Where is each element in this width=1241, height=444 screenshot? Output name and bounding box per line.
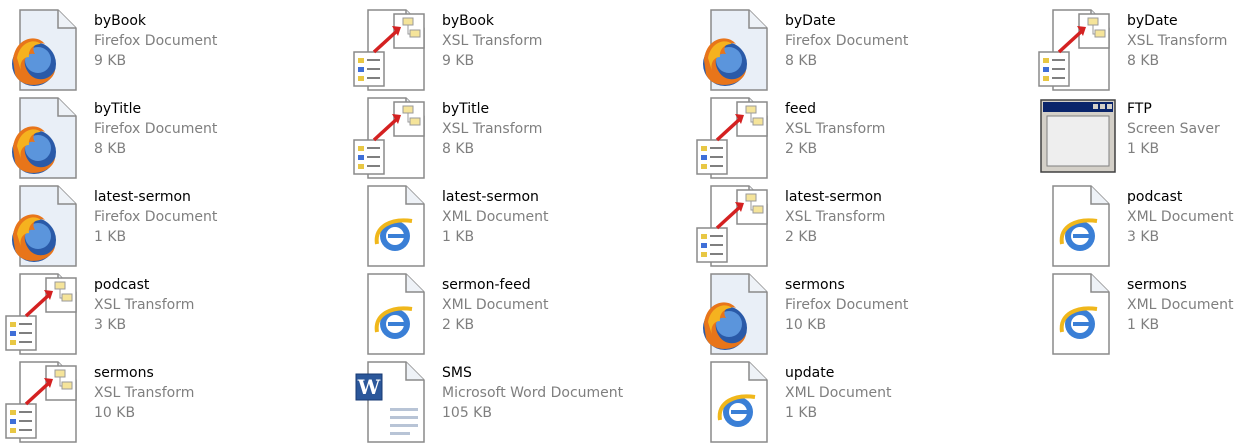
file-name: update xyxy=(785,365,835,381)
file-item[interactable]: podcast XML Document 3 KB xyxy=(1037,184,1241,267)
file-item[interactable]: sermon-feed XML Document 2 KB xyxy=(352,272,652,355)
xsl-transform-icon xyxy=(352,8,436,92)
file-size: 1 KB xyxy=(785,405,818,421)
file-item[interactable]: feed XSL Transform 2 KB xyxy=(695,96,995,179)
file-name: byTitle xyxy=(442,101,490,117)
file-item[interactable]: podcast XSL Transform 3 KB xyxy=(4,272,304,355)
file-type: XSL Transform xyxy=(442,33,543,49)
file-type: XSL Transform xyxy=(94,385,195,401)
file-size: 10 KB xyxy=(94,405,136,421)
xml-document-icon xyxy=(352,272,436,356)
file-type: Firefox Document xyxy=(785,297,909,313)
file-name: latest-sermon xyxy=(785,189,882,205)
file-size: 3 KB xyxy=(1127,229,1160,245)
file-item[interactable]: W SMS Microsoft Word Document 105 KB xyxy=(352,360,652,443)
file-name: sermons xyxy=(1127,277,1187,293)
file-type: XSL Transform xyxy=(1127,33,1228,49)
file-item[interactable]: sermons XML Document 1 KB xyxy=(1037,272,1241,355)
file-name: sermons xyxy=(94,365,154,381)
file-size: 2 KB xyxy=(785,229,818,245)
xsl-transform-icon xyxy=(4,272,88,356)
file-item[interactable]: latest-sermon Firefox Document 1 KB xyxy=(4,184,304,267)
file-size: 9 KB xyxy=(442,53,475,69)
firefox-document-icon xyxy=(695,272,779,356)
file-size: 9 KB xyxy=(94,53,127,69)
file-name: FTP xyxy=(1127,101,1152,117)
file-item[interactable]: sermons Firefox Document 10 KB xyxy=(695,272,995,355)
file-size: 10 KB xyxy=(785,317,827,333)
word-document-icon: W xyxy=(352,360,436,444)
file-item[interactable]: FTP Screen Saver 1 KB xyxy=(1037,96,1241,176)
file-type: XML Document xyxy=(785,385,892,401)
file-type: Firefox Document xyxy=(94,209,218,225)
file-name: feed xyxy=(785,101,817,117)
file-type: XML Document xyxy=(1127,209,1234,225)
firefox-document-icon xyxy=(4,8,88,92)
file-type: XSL Transform xyxy=(785,209,886,225)
file-name: podcast xyxy=(94,277,150,293)
xsl-transform-icon xyxy=(695,184,779,268)
file-type: Microsoft Word Document xyxy=(442,385,624,401)
file-item[interactable]: latest-sermon XML Document 1 KB xyxy=(352,184,652,267)
file-name: latest-sermon xyxy=(442,189,539,205)
file-item[interactable]: byTitle Firefox Document 8 KB xyxy=(4,96,304,179)
file-size: 8 KB xyxy=(785,53,818,69)
file-name: byDate xyxy=(1127,13,1178,29)
svg-text:W: W xyxy=(357,375,381,399)
file-item[interactable]: latest-sermon XSL Transform 2 KB xyxy=(695,184,995,267)
file-item[interactable]: byBook XSL Transform 9 KB xyxy=(352,8,652,91)
xsl-transform-icon xyxy=(1037,8,1121,92)
file-size: 1 KB xyxy=(94,229,127,245)
xml-document-icon xyxy=(1037,184,1121,268)
xml-document-icon xyxy=(352,184,436,268)
xml-document-icon xyxy=(1037,272,1121,356)
xsl-transform-icon xyxy=(695,96,779,180)
file-name: byTitle xyxy=(94,101,142,117)
file-list-view: byBook Firefox Document 9 KB byBook XSL Tra… xyxy=(0,0,1241,443)
file-name: byDate xyxy=(785,13,836,29)
file-type: XSL Transform xyxy=(442,121,543,137)
file-name: byBook xyxy=(442,13,495,29)
firefox-document-icon xyxy=(695,8,779,92)
xml-document-icon xyxy=(695,360,779,444)
file-item[interactable]: byDate XSL Transform 8 KB xyxy=(1037,8,1241,91)
xsl-transform-icon xyxy=(352,96,436,180)
file-type: XSL Transform xyxy=(94,297,195,313)
file-name: latest-sermon xyxy=(94,189,191,205)
file-item[interactable]: byBook Firefox Document 9 KB xyxy=(4,8,304,91)
file-size: 3 KB xyxy=(94,317,127,333)
file-size: 8 KB xyxy=(1127,53,1160,69)
file-type: Firefox Document xyxy=(785,33,909,49)
file-type: XML Document xyxy=(442,209,549,225)
firefox-document-icon xyxy=(4,96,88,180)
file-name: SMS xyxy=(442,365,472,381)
screen-saver-icon xyxy=(1037,96,1121,180)
file-size: 2 KB xyxy=(442,317,475,333)
file-type: XML Document xyxy=(1127,297,1234,313)
file-name: sermon-feed xyxy=(442,277,531,293)
file-item[interactable]: byTitle XSL Transform 8 KB xyxy=(352,96,652,179)
firefox-document-icon xyxy=(4,184,88,268)
file-name: podcast xyxy=(1127,189,1183,205)
file-size: 1 KB xyxy=(1127,317,1160,333)
file-item[interactable]: update XML Document 1 KB xyxy=(695,360,995,443)
file-item[interactable]: byDate Firefox Document 8 KB xyxy=(695,8,995,91)
file-size: 1 KB xyxy=(442,229,475,245)
file-type: Firefox Document xyxy=(94,33,218,49)
file-size: 105 KB xyxy=(442,405,492,421)
file-type: XML Document xyxy=(442,297,549,313)
file-name: sermons xyxy=(785,277,845,293)
file-size: 8 KB xyxy=(442,141,475,157)
file-size: 2 KB xyxy=(785,141,818,157)
file-size: 1 KB xyxy=(1127,141,1160,157)
file-type: XSL Transform xyxy=(785,121,886,137)
file-type: Firefox Document xyxy=(94,121,218,137)
file-name: byBook xyxy=(94,13,147,29)
file-type: Screen Saver xyxy=(1127,121,1220,137)
file-item[interactable]: sermons XSL Transform 10 KB xyxy=(4,360,304,443)
file-size: 8 KB xyxy=(94,141,127,157)
xsl-transform-icon xyxy=(4,360,88,444)
